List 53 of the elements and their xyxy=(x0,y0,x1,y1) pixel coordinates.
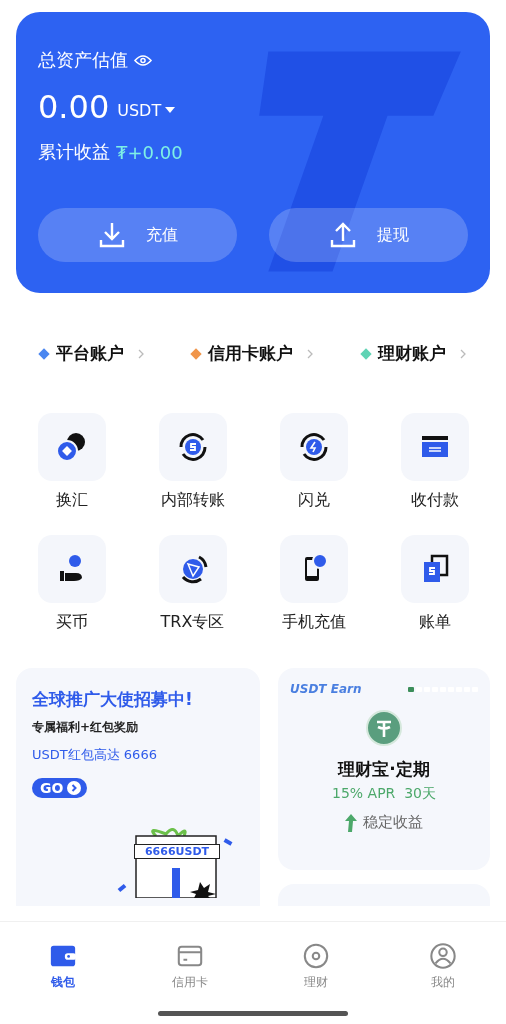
download-icon xyxy=(97,221,126,249)
account-link[interactable]: 理财账户 xyxy=(377,342,446,365)
earn-card[interactable]: USDT Earn 理财宝·定期 15% APR 30天 稳定收益 xyxy=(278,668,490,870)
tether-coin-icon xyxy=(366,710,402,746)
upload-icon xyxy=(328,221,357,249)
caret-icon[interactable] xyxy=(165,107,176,113)
shortcut-tile[interactable] xyxy=(400,535,469,603)
earnings-value: ₮+0.00 xyxy=(116,141,183,163)
promo-subtitle: 专属福利+红包奖励 xyxy=(32,719,139,736)
shortcut-tile[interactable] xyxy=(279,535,348,603)
earn-brand: USDT Earn xyxy=(290,682,362,696)
withdraw-button[interactable]: 提现 xyxy=(269,208,468,262)
shortcut-label: 账单 xyxy=(418,612,451,633)
shortcut-label: TRX专区 xyxy=(160,612,225,633)
account-link[interactable]: 信用卡账户 xyxy=(208,342,294,365)
up-arrow-icon xyxy=(345,813,357,832)
chevron-icon xyxy=(307,348,314,359)
earn-tag: 稳定收益 xyxy=(363,813,423,832)
balance-title: 总资产估值 xyxy=(38,48,128,72)
eye-icon[interactable] xyxy=(134,53,152,67)
user-icon xyxy=(428,942,457,970)
earnings-label: 累计收益 xyxy=(38,140,110,164)
shortcut-label: 闪兑 xyxy=(297,490,330,511)
earn-title: 理财宝·定期 xyxy=(338,758,430,781)
go-button[interactable]: GO xyxy=(32,778,88,798)
tab[interactable]: 钱包 xyxy=(0,942,127,991)
shortcut-tile[interactable] xyxy=(158,535,227,603)
account-link[interactable]: 平台账户 xyxy=(56,342,125,365)
tab[interactable]: 信用卡 xyxy=(126,942,253,991)
chevron-icon xyxy=(138,348,145,359)
shortcut-label: 手机充值 xyxy=(281,612,346,633)
currency-selector[interactable]: USDT xyxy=(117,100,162,120)
shortcut-label: 内部转账 xyxy=(160,490,225,511)
balance-amount: 0.00 xyxy=(38,88,110,126)
shortcut-label: 换汇 xyxy=(55,490,88,511)
shortcut-tile[interactable] xyxy=(158,413,227,481)
tab[interactable]: 理财 xyxy=(253,942,380,991)
deposit-button[interactable]: 充值 xyxy=(38,208,237,262)
target-icon xyxy=(302,942,331,970)
promo-card[interactable]: 全球推广大使招募中! 专属福利+红包奖励 USDT红包高达 6666 GO 6666USDT xyxy=(16,668,260,906)
shortcut-tile[interactable] xyxy=(279,413,348,481)
earn-rate: 15% APR 30天 xyxy=(332,785,436,803)
shortcut-label: 买币 xyxy=(55,612,88,633)
chevron-icon xyxy=(459,348,466,359)
shortcut-tile[interactable] xyxy=(37,413,106,481)
tab[interactable]: 我的 xyxy=(379,942,506,991)
shortcut-tile[interactable] xyxy=(37,535,106,603)
shortcut-tile[interactable] xyxy=(400,413,469,481)
promo-title: 全球推广大使招募中! xyxy=(32,688,193,711)
gift-label: 6666USDT xyxy=(134,844,220,859)
shortcut-label: 收付款 xyxy=(410,490,459,511)
promo-highlight: USDT红包高达 6666 xyxy=(32,746,157,764)
chevron-circle-icon xyxy=(67,781,82,795)
